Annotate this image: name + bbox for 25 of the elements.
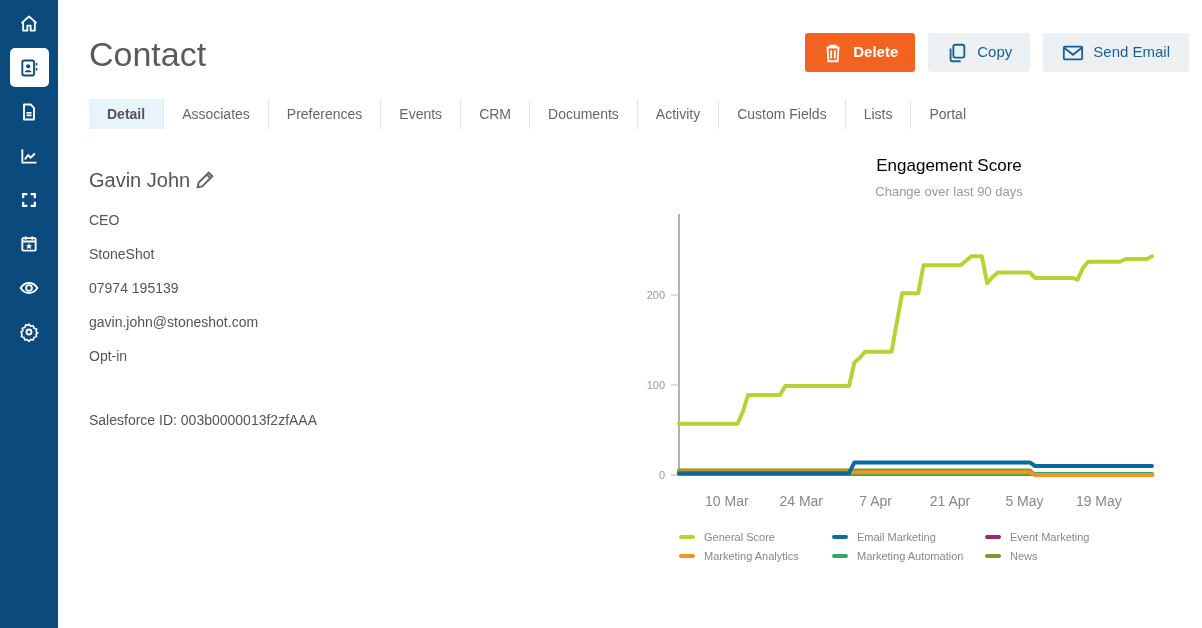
contact-detail: CEO bbox=[89, 212, 120, 229]
contact-name: Gavin John bbox=[89, 168, 191, 193]
legend-label: Marketing Analytics bbox=[704, 548, 799, 564]
x-tick-label: 5 May bbox=[1005, 493, 1044, 509]
page-title: Contact bbox=[89, 37, 207, 71]
y-tick-label: 100 bbox=[646, 379, 665, 391]
contact-detail: Opt-in bbox=[89, 348, 128, 365]
chart-subtitle: Change over last 90 days bbox=[875, 182, 1023, 201]
legend-label: News bbox=[1010, 548, 1038, 564]
contact-detail: StoneShot bbox=[89, 246, 155, 263]
chart-title: Engagement Score bbox=[876, 155, 1022, 177]
x-tick-label: 21 Apr bbox=[929, 493, 971, 509]
legend-label: Marketing Automation bbox=[857, 548, 964, 564]
salesforce-id: Salesforce ID: 003b0000013f2zfAAA bbox=[89, 411, 319, 430]
x-tick-label: 19 May bbox=[1075, 493, 1122, 509]
legend-label: Event Marketing bbox=[1010, 530, 1090, 545]
x-tick-label: 10 Mar bbox=[705, 493, 749, 509]
legend-label: General Score bbox=[704, 530, 775, 545]
contact-detail: gavin.john@stoneshot.com bbox=[89, 314, 259, 331]
x-tick-label: 7 Apr bbox=[859, 493, 892, 509]
legend-label: Email Marketing bbox=[857, 530, 936, 545]
contact-detail: 07974 195139 bbox=[89, 280, 179, 297]
y-tick-label: 200 bbox=[646, 289, 665, 301]
y-tick-label: 0 bbox=[658, 469, 665, 481]
x-tick-label: 24 Mar bbox=[779, 493, 824, 509]
